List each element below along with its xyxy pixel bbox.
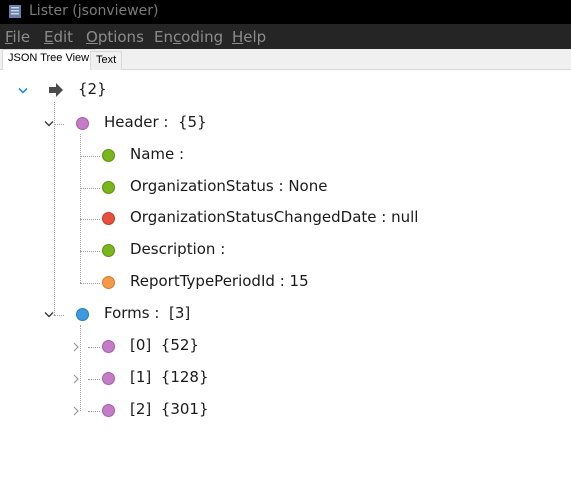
reporttypeperiodid-entry: ReportTypePeriodId : 15 <box>130 272 309 290</box>
menu-help-label: elp <box>243 28 267 46</box>
organizationstatuschangeddate-value: null <box>391 208 419 226</box>
chevron-down-icon[interactable] <box>18 87 28 95</box>
chevron-right-icon[interactable] <box>72 342 80 352</box>
forms-value: [3] <box>169 304 191 322</box>
string-node-icon <box>102 244 115 257</box>
menu-options[interactable]: Options <box>86 28 144 46</box>
organizationstatus-sep: : <box>278 177 284 195</box>
tree-node-form-2[interactable]: [2] {301} <box>72 400 272 422</box>
chevron-down-icon[interactable] <box>44 120 54 128</box>
string-node-icon <box>102 181 115 194</box>
organizationstatus-value: None <box>288 177 328 195</box>
tree-guide-name <box>80 156 100 157</box>
object-node-icon <box>102 340 115 353</box>
root-label: {2} <box>78 80 107 98</box>
tree-node-description[interactable]: Description : <box>100 240 400 262</box>
form-1-value: {128} <box>160 368 209 386</box>
menu-encoding-accel: c <box>172 28 182 46</box>
number-node-icon <box>102 276 115 289</box>
organizationstatuschangeddate-key: OrganizationStatusChangedDate <box>130 208 377 226</box>
menu-encoding[interactable]: Encoding <box>154 28 223 46</box>
tree-node-reporttypeperiodid[interactable]: ReportTypePeriodId : 15 <box>100 272 400 294</box>
menu-encoding-pre: En <box>154 28 173 46</box>
tab-text[interactable]: Text <box>90 51 123 70</box>
menu-file[interactable]: File <box>5 28 30 46</box>
form-0-entry: [0] {52} <box>130 336 199 354</box>
description-entry: Description : <box>130 240 225 258</box>
tree-guide-orgstatusdate <box>80 219 100 220</box>
object-node-icon <box>102 404 115 417</box>
chevron-right-icon[interactable] <box>72 406 80 416</box>
chevron-down-icon[interactable] <box>44 311 54 319</box>
form-2-key: [2] <box>130 400 152 418</box>
arrow-right-icon <box>49 83 63 97</box>
form-0-key: [0] <box>130 336 152 354</box>
array-node-icon <box>76 308 89 321</box>
tree-node-name[interactable]: Name : <box>100 145 400 167</box>
forms-entry: Forms : [3] <box>104 304 190 322</box>
name-sep: : <box>179 145 185 163</box>
tab-json-tree-view[interactable]: JSON Tree View <box>2 49 96 71</box>
menu-bar: File Edit Options Encoding Help <box>0 24 571 49</box>
menu-edit-label: dit <box>53 28 74 46</box>
reporttypeperiodid-key: ReportTypePeriodId <box>130 272 275 290</box>
form-1-key: [1] <box>130 368 152 386</box>
string-node-icon <box>102 149 115 162</box>
description-key: Description <box>130 240 216 258</box>
tree-node-forms[interactable]: Forms : [3] <box>44 304 244 326</box>
header-value: {5} <box>178 113 207 131</box>
forms-sep: : <box>154 304 160 322</box>
chevron-right-icon[interactable] <box>72 374 80 384</box>
form-2-entry: [2] {301} <box>130 400 209 418</box>
form-2-value: {301} <box>160 400 209 418</box>
app-icon <box>9 5 21 18</box>
tree-guide-description <box>80 251 100 252</box>
tree-guide-reporttype <box>80 283 100 284</box>
forms-key: Forms <box>104 304 150 322</box>
window-title: Lister (jsonviewer) <box>29 3 159 19</box>
organizationstatus-key: OrganizationStatus <box>130 177 274 195</box>
header-key-text: Header <box>104 113 159 131</box>
description-sep: : <box>220 240 226 258</box>
reporttypeperiodid-value: 15 <box>289 272 309 290</box>
menu-file-label: ile <box>12 28 31 46</box>
menu-help-accel: H <box>232 28 244 46</box>
menu-edit[interactable]: Edit <box>44 28 73 46</box>
form-1-entry: [1] {128} <box>130 368 209 386</box>
name-entry: Name : <box>130 145 184 163</box>
tree-node-root[interactable]: {2} <box>18 80 138 102</box>
header-key: Header : {5} <box>104 113 207 131</box>
tree-node-organizationstatus[interactable]: OrganizationStatus : None <box>100 177 400 199</box>
object-node-icon <box>76 117 89 130</box>
menu-file-accel: F <box>5 28 13 46</box>
tree-node-form-1[interactable]: [1] {128} <box>72 368 272 390</box>
menu-options-label: ptions <box>97 28 144 46</box>
tab-strip: JSON Tree View Text <box>0 49 571 71</box>
tree-node-organizationstatuschangeddate[interactable]: OrganizationStatusChangedDate : null <box>100 208 420 230</box>
tree-node-header[interactable]: Header : {5} <box>44 113 244 135</box>
null-node-icon <box>102 212 115 225</box>
tree-node-form-0[interactable]: [0] {52} <box>72 336 272 358</box>
json-tree-panel[interactable]: {2} Header : {5} Name : OrganizationStat… <box>0 70 571 493</box>
organizationstatuschangeddate-entry: OrganizationStatusChangedDate : null <box>130 208 418 226</box>
menu-encoding-label: oding <box>181 28 224 46</box>
header-sep: : <box>163 113 169 131</box>
reporttypeperiodid-sep: : <box>279 272 285 290</box>
object-node-icon <box>102 372 115 385</box>
menu-help[interactable]: Help <box>232 28 266 46</box>
form-0-value: {52} <box>160 336 199 354</box>
title-bar[interactable]: Lister (jsonviewer) <box>0 0 571 24</box>
name-key: Name <box>130 145 175 163</box>
organizationstatus-entry: OrganizationStatus : None <box>130 177 327 195</box>
organizationstatuschangeddate-sep: : <box>381 208 387 226</box>
menu-options-accel: O <box>86 28 98 46</box>
tree-guide-orgstatus <box>80 188 100 189</box>
